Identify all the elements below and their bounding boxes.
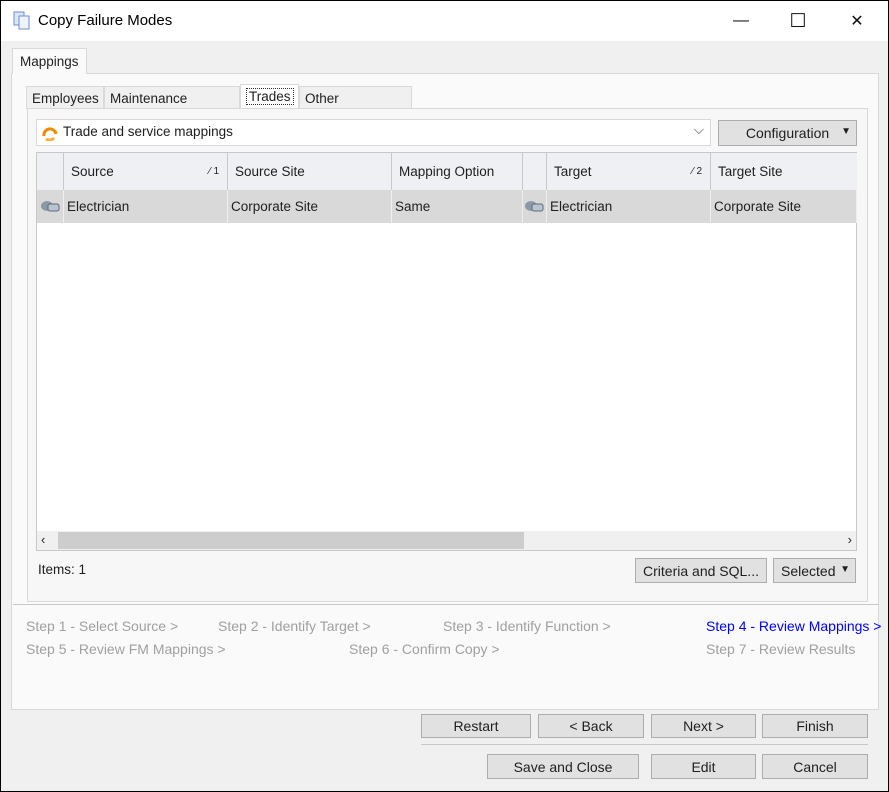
column-header-source[interactable]: Source ⁄ 1 — [64, 153, 228, 190]
tab-other-resources[interactable]: Other Resources — [299, 86, 412, 121]
cell-source-site[interactable]: Corporate Site — [228, 190, 392, 223]
configuration-label: Configuration — [745, 125, 830, 141]
selected-dropdown[interactable]: Selected ▼ — [773, 558, 856, 583]
trade-icon — [523, 190, 547, 223]
scroll-left-icon[interactable]: ‹ — [41, 532, 45, 547]
step-1-link[interactable]: Step 1 - Select Source > — [26, 618, 178, 634]
refresh-icon — [42, 127, 58, 141]
cell-mapping-option[interactable]: Same — [392, 190, 523, 223]
target-icon-header — [523, 153, 547, 190]
edit-button[interactable]: Edit — [651, 754, 756, 779]
tab-trades-label: Trades — [246, 88, 294, 105]
dropdown-arrow-icon: ▼ — [840, 564, 850, 575]
tab-employees[interactable]: Employees — [26, 86, 104, 109]
scrollbar-thumb[interactable] — [58, 532, 524, 549]
tab-maintenance-groups[interactable]: Maintenance Groups — [104, 86, 240, 121]
cancel-button[interactable]: Cancel — [762, 754, 868, 779]
dropdown-arrow-icon: ▼ — [841, 126, 851, 137]
divider — [421, 744, 868, 745]
header-label: Target — [554, 164, 592, 179]
sort-ascending-icon: ⁄ 2 — [691, 166, 702, 177]
column-header-mapping-option[interactable]: Mapping Option — [392, 153, 523, 190]
chevron-down-icon: ⌵ — [693, 122, 704, 137]
maximize-button[interactable]: ☐ — [775, 1, 821, 41]
scroll-right-icon[interactable]: › — [848, 532, 852, 547]
tab-mappings[interactable]: Mappings — [12, 48, 87, 74]
close-button[interactable]: ✕ — [834, 1, 880, 41]
row-indicator-header — [37, 153, 64, 190]
criteria-and-sql-button[interactable]: Criteria and SQL... — [635, 558, 767, 583]
column-header-target-site[interactable]: Target Site — [711, 153, 857, 190]
minimize-button[interactable]: — — [718, 1, 764, 41]
cell-target-site[interactable]: Corporate Site — [711, 190, 857, 223]
step-3-link[interactable]: Step 3 - Identify Function > — [443, 618, 611, 634]
step-7-link[interactable]: Step 7 - Review Results — [706, 641, 855, 657]
mapping-type-value: Trade and service mappings — [63, 124, 233, 139]
title-bar: Copy Failure Modes — ☐ ✕ — [1, 1, 888, 41]
next-button[interactable]: Next > — [651, 714, 756, 738]
header-label: Source — [71, 164, 114, 179]
window-title: Copy Failure Modes — [38, 12, 173, 29]
sort-ascending-icon: ⁄ 1 — [208, 166, 219, 177]
selected-value: Selected — [781, 562, 836, 579]
copy-document-icon — [13, 11, 30, 30]
sort-order: 2 — [696, 166, 702, 177]
divider — [13, 604, 879, 605]
items-count: Items: 1 — [38, 562, 87, 577]
trade-icon — [37, 190, 64, 223]
column-header-source-site[interactable]: Source Site — [228, 153, 392, 190]
step-5-link[interactable]: Step 5 - Review FM Mappings > — [26, 641, 226, 657]
finish-button[interactable]: Finish — [762, 714, 868, 738]
configuration-button[interactable]: Configuration ▼ — [718, 120, 857, 146]
cell-target[interactable]: Electrician — [547, 190, 711, 223]
back-button[interactable]: < Back — [538, 714, 644, 738]
cell-source[interactable]: Electrician — [64, 190, 228, 223]
sort-order: 1 — [213, 166, 219, 177]
horizontal-scrollbar[interactable]: ‹ › — [37, 531, 856, 550]
mappings-grid: Source ⁄ 1 Source Site Mapping Option Tar… — [36, 152, 857, 551]
restart-button[interactable]: Restart — [421, 714, 531, 738]
tab-trades[interactable]: Trades — [240, 84, 299, 109]
step-2-link[interactable]: Step 2 - Identify Target > — [218, 618, 371, 634]
step-6-link[interactable]: Step 6 - Confirm Copy > — [349, 641, 500, 657]
column-header-target[interactable]: Target ⁄ 2 — [547, 153, 711, 190]
copy-failure-modes-window: Copy Failure Modes — ☐ ✕ Mappings Employ… — [0, 0, 889, 792]
mapping-type-select[interactable]: Trade and service mappings ⌵ — [36, 119, 711, 146]
step-4-link[interactable]: Step 4 - Review Mappings > — [706, 618, 881, 634]
save-and-close-button[interactable]: Save and Close — [487, 754, 639, 779]
